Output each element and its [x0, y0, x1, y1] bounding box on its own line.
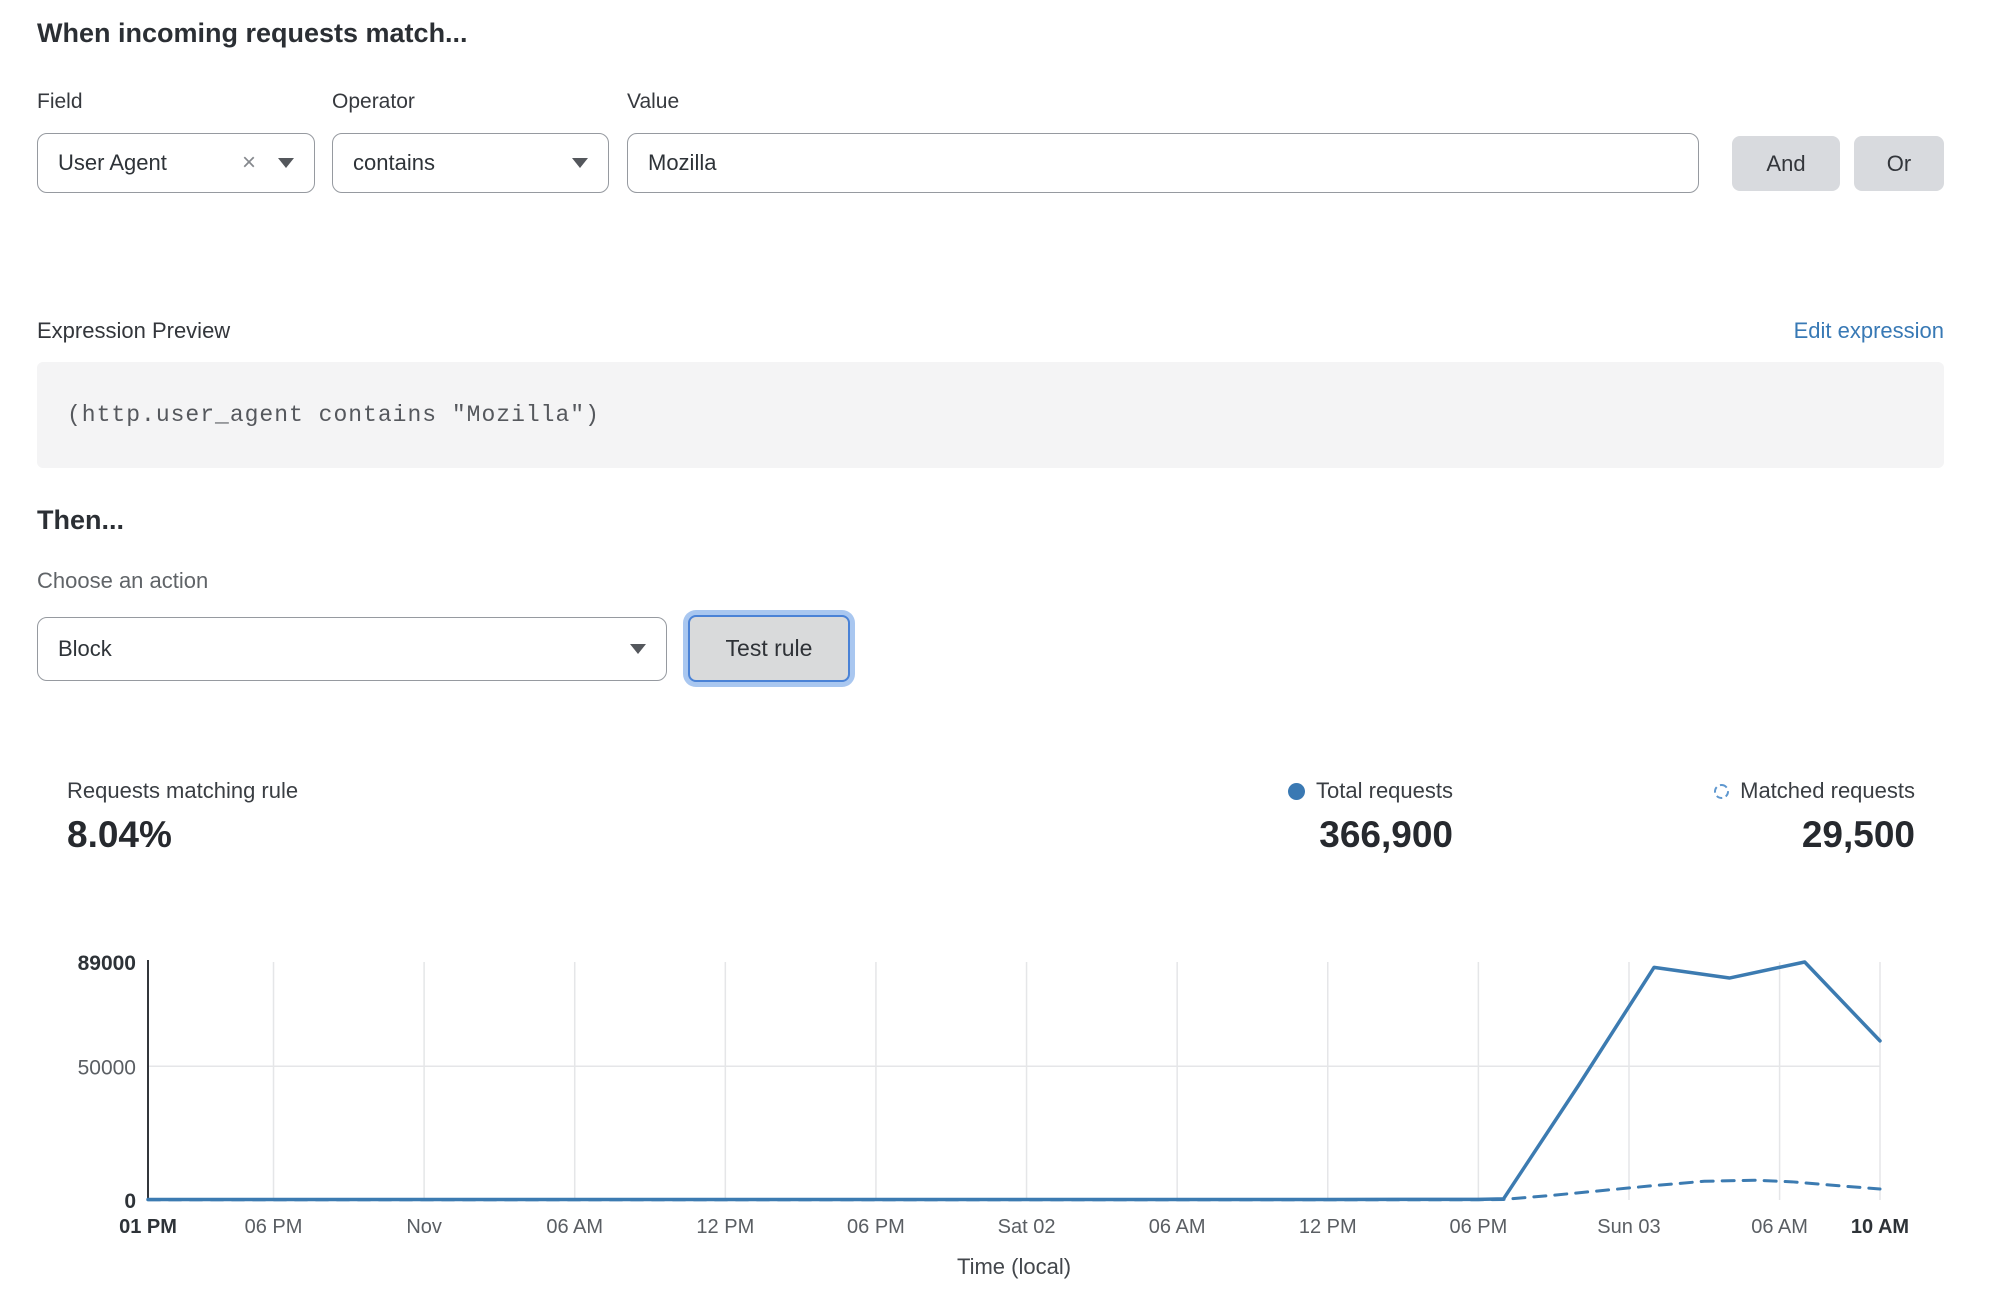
- value-input-text: Mozilla: [648, 150, 716, 176]
- matched-requests-dashed-circle-icon: [1714, 784, 1729, 799]
- total-requests-dot-icon: [1288, 783, 1305, 800]
- y-tick-label: 89000: [78, 952, 136, 975]
- field-label: Field: [37, 90, 83, 114]
- requests-line-chart: 0 50000 89000 01 PM 06 PM Nov 06 AM 12 PM 06 PM S…: [0, 930, 1999, 1295]
- caret-down-icon[interactable]: [278, 158, 294, 168]
- expression-preview-label: Expression Preview: [37, 318, 230, 344]
- or-button[interactable]: Or: [1854, 136, 1944, 191]
- caret-down-icon[interactable]: [630, 644, 646, 654]
- operator-select[interactable]: contains: [332, 133, 609, 193]
- rule-builder-heading: When incoming requests match...: [37, 18, 468, 49]
- field-select[interactable]: User Agent ×: [37, 133, 315, 193]
- action-select[interactable]: Block: [37, 617, 667, 681]
- x-axis-title: Time (local): [957, 1254, 1071, 1279]
- y-tick-label: 50000: [78, 1056, 136, 1079]
- value-input[interactable]: Mozilla: [627, 133, 1699, 193]
- y-tick-label: 0: [124, 1190, 136, 1213]
- x-tick-label: 10 AM: [1851, 1216, 1909, 1238]
- x-tick-label: 06 PM: [245, 1216, 303, 1238]
- then-heading: Then...: [37, 505, 124, 536]
- operator-select-value: contains: [353, 150, 435, 176]
- x-tick-label: Sat 02: [998, 1216, 1056, 1238]
- action-select-value: Block: [58, 636, 112, 662]
- x-tick-label: 06 PM: [847, 1216, 905, 1238]
- edit-expression-link[interactable]: Edit expression: [1794, 318, 1944, 344]
- requests-chart: 0 50000 89000 01 PM 06 PM Nov 06 AM 12 PM 06 PM S…: [0, 930, 1999, 1295]
- test-rule-button[interactable]: Test rule: [688, 615, 850, 682]
- total-requests-label: Total requests: [1316, 778, 1453, 804]
- expression-code-block: (http.user_agent contains "Mozilla"): [37, 362, 1944, 468]
- x-tick-label: 06 AM: [1751, 1216, 1808, 1238]
- field-select-value: User Agent: [58, 150, 167, 176]
- x-tick-label: 06 AM: [1149, 1216, 1206, 1238]
- value-label: Value: [627, 90, 679, 114]
- and-button[interactable]: And: [1732, 136, 1840, 191]
- requests-matching-stat: Requests matching rule 8.04%: [67, 778, 298, 856]
- x-tick-label: 06 PM: [1449, 1216, 1507, 1238]
- x-tick-label: 01 PM: [119, 1216, 177, 1238]
- clear-icon[interactable]: ×: [242, 149, 256, 177]
- x-tick-label: 12 PM: [1299, 1216, 1357, 1238]
- x-tick-label: 12 PM: [696, 1216, 754, 1238]
- expression-code: (http.user_agent contains "Mozilla"): [67, 402, 600, 428]
- matched-requests-line: [148, 1180, 1880, 1200]
- matched-requests-label: Matched requests: [1740, 778, 1915, 804]
- caret-down-icon[interactable]: [572, 158, 588, 168]
- x-tick-label: 06 AM: [546, 1216, 603, 1238]
- choose-action-label: Choose an action: [37, 568, 208, 594]
- operator-label: Operator: [332, 90, 415, 114]
- x-tick-label: Nov: [406, 1216, 442, 1238]
- x-tick-label: Sun 03: [1597, 1216, 1660, 1238]
- total-requests-value: 366,900: [1319, 814, 1453, 856]
- matched-requests-value: 29,500: [1802, 814, 1915, 856]
- requests-matching-label: Requests matching rule: [67, 778, 298, 804]
- total-requests-line: [148, 962, 1880, 1199]
- requests-matching-value: 8.04%: [67, 814, 298, 856]
- legend-matched-requests: Matched requests 29,500: [1714, 778, 1915, 856]
- legend-total-requests: Total requests 366,900: [1288, 778, 1453, 856]
